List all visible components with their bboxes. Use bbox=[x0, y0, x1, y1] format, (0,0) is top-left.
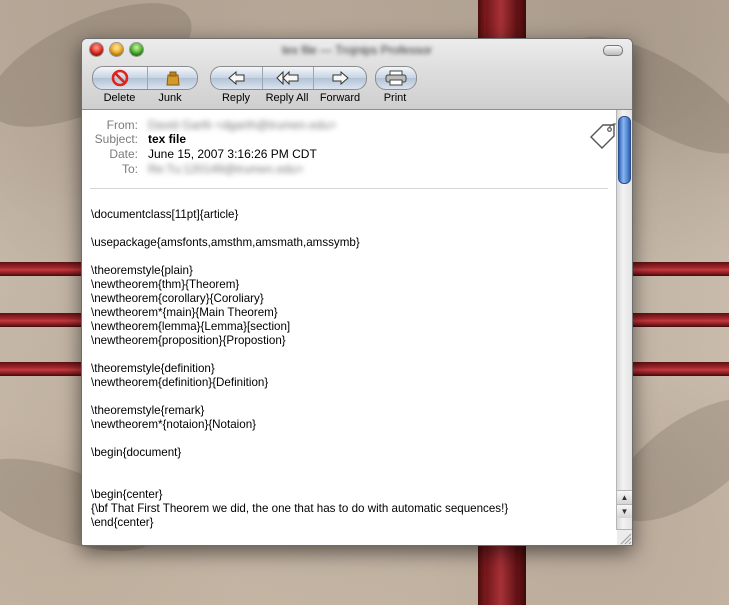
date-label: Date: bbox=[109, 147, 138, 161]
scroll-up-arrow[interactable]: ▲ bbox=[617, 490, 632, 504]
resize-grip[interactable] bbox=[617, 529, 632, 545]
toolbar-toggle-button[interactable] bbox=[603, 45, 623, 56]
message-line: \theoremstyle{definition} bbox=[91, 362, 215, 375]
no-entry-icon bbox=[111, 69, 129, 87]
to-label: To: bbox=[121, 162, 138, 176]
reply-label: Reply bbox=[221, 92, 251, 104]
print-button[interactable] bbox=[376, 67, 416, 89]
forward-arrow-icon bbox=[332, 71, 349, 85]
message-line: \theoremstyle{remark} bbox=[91, 404, 205, 417]
print-group bbox=[375, 66, 417, 90]
delete-label: Delete bbox=[103, 92, 136, 104]
message-line: \newtheorem*{main}{Main Theorem} bbox=[91, 306, 278, 319]
header-date-row: Date: June 15, 2007 3:16:26 PM CDT bbox=[82, 147, 502, 162]
zoom-button[interactable] bbox=[130, 43, 143, 56]
title-bar[interactable]: tex file — Trojnips Professor bbox=[82, 39, 632, 61]
message-line bbox=[91, 432, 613, 446]
message-line: \newtheorem{proposition}{Propostion} bbox=[91, 334, 286, 347]
junk-label: Junk bbox=[158, 92, 182, 104]
message-line: \begin{center} bbox=[91, 488, 163, 501]
from-value[interactable]: David Garth <dgarth@trumen.edu> bbox=[148, 118, 336, 132]
reply-group bbox=[210, 66, 367, 90]
printer-icon bbox=[385, 70, 407, 86]
message-line: \documentclass[11pt]{article} bbox=[91, 208, 239, 221]
message-line: \theoremstyle{plain} bbox=[91, 264, 193, 277]
header-subject-row: Subject: tex file bbox=[82, 132, 502, 147]
message-body[interactable]: \documentclass[11pt]{article} \usepackage… bbox=[91, 208, 613, 530]
reply-all-arrow-icon bbox=[276, 71, 299, 85]
price-tag-icon[interactable] bbox=[588, 122, 618, 152]
message-line: \newtheorem*{notaion}{Notaion} bbox=[91, 418, 257, 431]
vertical-scrollbar[interactable]: ▲ ▼ bbox=[616, 110, 632, 530]
window-toolbar: tex file — Trojnips Professor Delete Jun… bbox=[82, 39, 632, 110]
message-line bbox=[91, 460, 613, 474]
message-line bbox=[91, 348, 613, 362]
subject-value: tex file bbox=[148, 132, 187, 146]
message-line: {\bf That First Theorem we did, the one … bbox=[91, 502, 509, 515]
reply-arrow-icon bbox=[227, 71, 244, 85]
header-from-row: From: David Garth <dgarth@trumen.edu> bbox=[82, 118, 502, 133]
scroll-down-arrow[interactable]: ▼ bbox=[617, 504, 632, 518]
scrollbar-thumb[interactable] bbox=[618, 116, 631, 184]
message-line bbox=[91, 222, 613, 236]
message-line: \end{center} bbox=[91, 516, 154, 529]
subject-label: Subject: bbox=[94, 132, 138, 146]
message-line: \newtheorem{lemma}{Lemma}[section] bbox=[91, 320, 291, 333]
forward-button[interactable] bbox=[314, 67, 366, 89]
minimize-button[interactable] bbox=[110, 43, 123, 56]
close-button[interactable] bbox=[90, 43, 103, 56]
from-label: From: bbox=[106, 118, 138, 132]
message-line: \usepackage{amsfonts,amsthm,amsmath,amss… bbox=[91, 236, 360, 249]
print-label: Print bbox=[383, 92, 407, 104]
message-line: \newtheorem{thm}{Theorem} bbox=[91, 278, 240, 291]
message-line: \begin{document} bbox=[91, 446, 182, 459]
delete-button[interactable] bbox=[93, 67, 148, 89]
delete-junk-group bbox=[92, 66, 198, 90]
window-title: tex file — Trojnips Professor bbox=[281, 43, 433, 57]
mail-message-window: tex file — Trojnips Professor Delete Jun… bbox=[81, 38, 633, 546]
message-line bbox=[91, 390, 613, 404]
message-line: \newtheorem{corollary}{Coroliary} bbox=[91, 292, 264, 305]
reply-button[interactable] bbox=[211, 67, 263, 89]
header-to-row: To: Re:Tu:120149@trumen.edu> bbox=[82, 162, 502, 177]
date-value: June 15, 2007 3:16:26 PM CDT bbox=[148, 147, 317, 161]
header-separator bbox=[90, 188, 608, 189]
message-line bbox=[91, 474, 613, 488]
reply-all-button[interactable] bbox=[263, 67, 314, 89]
message-header: From: David Garth <dgarth@trumen.edu> Su… bbox=[82, 110, 618, 188]
message-line: \newtheorem{definition}{Definition} bbox=[91, 376, 269, 389]
reply-all-label: Reply All bbox=[265, 92, 309, 104]
message-line bbox=[91, 250, 613, 264]
resize-grip-icon bbox=[620, 533, 632, 545]
junk-bag-icon bbox=[165, 71, 180, 86]
forward-label: Forward bbox=[319, 92, 361, 104]
to-value[interactable]: Re:Tu:120149@trumen.edu> bbox=[148, 162, 304, 176]
junk-button[interactable] bbox=[148, 67, 197, 89]
